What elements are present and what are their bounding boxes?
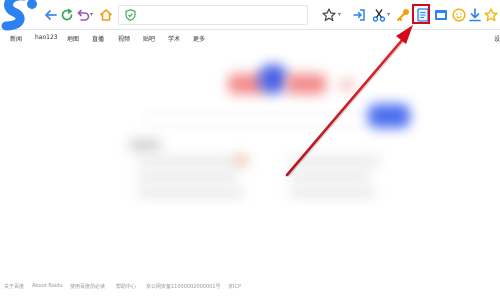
address-input[interactable] [143, 7, 303, 23]
star-dropdown-icon[interactable]: ▾ [338, 11, 341, 18]
favorites-star-icon[interactable] [482, 6, 500, 24]
nav-item-tieba[interactable]: 贴吧 [143, 34, 155, 43]
nav-item-news[interactable]: 新闻 [10, 34, 22, 43]
scissors-dropdown-icon[interactable]: ▾ [387, 11, 390, 18]
nav-item-scholar[interactable]: 学术 [168, 34, 180, 43]
nav-item-video[interactable]: 视频 [118, 34, 130, 43]
blurred-hot-item [290, 158, 380, 164]
top-nav: 新闻 hao123 地图 直播 视频 贴吧 学术 更多 设 [0, 30, 500, 46]
nav-item-more[interactable]: 更多 [193, 34, 205, 43]
undo-dropdown-icon[interactable]: ▾ [90, 11, 93, 18]
window-icon[interactable] [432, 6, 450, 24]
scissors-icon[interactable] [370, 6, 388, 24]
home-icon[interactable] [97, 6, 115, 24]
browser-toolbar: ▾ ▾ ▾ [0, 0, 500, 31]
address-bar[interactable] [118, 5, 308, 25]
nav-item-settings[interactable]: 设 [494, 34, 500, 43]
footer-link[interactable]: 使用百度前必读 [70, 283, 105, 290]
blurred-hot-item [290, 174, 370, 180]
blurred-search-button [368, 104, 410, 128]
footer-link[interactable]: 关于百度 [4, 283, 24, 290]
blurred-hot-item [138, 190, 243, 196]
blurred-search-box [145, 112, 373, 126]
shield-icon [125, 9, 136, 21]
blurred-logo-paw [258, 64, 288, 94]
blurred-hot-badge [236, 156, 246, 164]
nav-item-hao123[interactable]: hao123 [35, 34, 58, 41]
blurred-hot-item [290, 190, 375, 196]
nav-item-map[interactable]: 地图 [67, 34, 79, 43]
browser-logo-icon [1, 0, 37, 31]
blurred-hot-item [138, 158, 248, 164]
browser-window: ▾ ▾ ▾ 新闻 hao123 地图 直播 视频 贴吧 学术 更多 设 关于百度… [0, 0, 500, 300]
footer-link[interactable]: 京公网安备11000002000001号 [146, 283, 221, 290]
blurred-hot-item [138, 174, 238, 180]
nav-item-live[interactable]: 直播 [92, 34, 104, 43]
footer: 关于百度 About Baidu 使用百度前必读 帮助中心 京公网安备11000… [0, 283, 500, 295]
footer-link[interactable]: About Baidu [32, 283, 63, 289]
blurred-logo-dot [340, 80, 354, 90]
login-icon[interactable] [350, 6, 368, 24]
star-icon[interactable] [320, 6, 338, 24]
footer-link[interactable]: 帮助中心 [116, 283, 136, 290]
key-icon[interactable] [394, 6, 412, 24]
highlight-box [412, 4, 430, 24]
blurred-logo-text [286, 74, 326, 94]
blurred-hot-title [130, 140, 160, 150]
footer-link[interactable]: 京ICP [228, 283, 241, 290]
